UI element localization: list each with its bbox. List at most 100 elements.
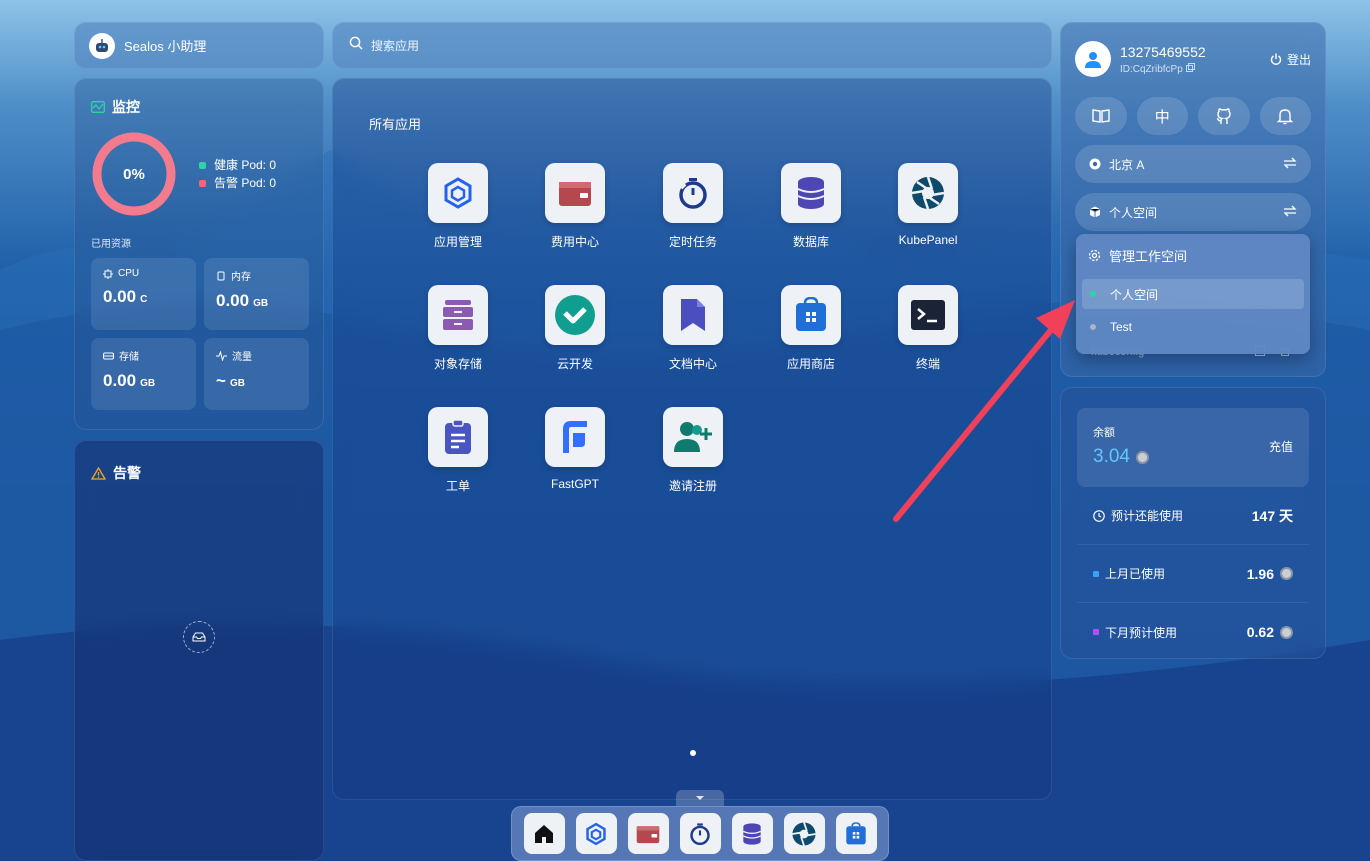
dock-database[interactable] [731,813,773,854]
home-icon [535,824,553,843]
bell-icon [1277,109,1294,125]
gear-icon [1088,249,1101,261]
resource-card-traffic: 流量 ~ GB [204,338,309,410]
active-dot [1090,291,1096,297]
balance-label: 余额 [1093,427,1115,439]
dock-toggle[interactable] [676,790,724,806]
app-app-management[interactable]: 应用管理 [413,163,503,250]
book-icon [1092,109,1110,123]
app-docs-center[interactable]: 文档中心 [648,285,738,372]
language-button[interactable]: 中 [1136,97,1188,135]
resource-card-cpu: CPU 0.00 C [91,258,196,330]
healthy-pods: 健康 Pod: 0 [199,156,276,174]
aperture-icon [792,821,816,846]
app-database[interactable]: 数据库 [766,163,856,250]
recharge-button[interactable]: 充值 [1269,438,1293,455]
fastgpt-icon [545,407,605,467]
app-management-icon [428,163,488,223]
storage-icon [103,352,114,359]
timer-icon [663,163,723,223]
app-kubepanel[interactable]: KubePanel [883,163,973,247]
dock-app-management[interactable] [575,813,617,854]
resource-card-memory: 内存 0.00 GB [204,258,309,330]
workspace-menu: 管理工作空间 个人空间 Test [1076,234,1310,354]
app-object-storage[interactable]: 对象存储 [413,285,503,372]
cloud-dev-icon [545,285,605,345]
dock-cron-jobs[interactable] [679,813,721,854]
balance-value: 3.04 [1093,446,1293,468]
region-selector[interactable]: 北京 A [1075,145,1311,183]
copy-icon[interactable] [1185,62,1195,72]
resource-card-storage: 存储 0.00 GB [91,338,196,410]
docs-icon [663,285,723,345]
region-icon [1089,158,1101,170]
timer-icon [690,822,710,845]
app-terminal[interactable]: 终端 [883,285,973,372]
warning-icon [91,466,106,480]
assistant-label: Sealos 小助理 [124,39,207,54]
dock-kubepanel[interactable] [783,813,825,854]
docs-button[interactable] [1075,97,1127,135]
app-fastgpt[interactable]: FastGPT [530,407,620,491]
wallet-icon [545,163,605,223]
robot-icon [89,32,115,59]
apps-panel: 所有应用 应用管理 费用中心 定时任务 数据库 KubePanel 对象存储 云… [332,78,1052,800]
alert-title: 告警 [91,463,307,483]
page-indicator[interactable] [690,750,696,756]
workspace-selector[interactable]: 个人空间 [1075,193,1311,231]
aperture-icon [898,163,958,223]
empty-inbox-icon [183,621,215,653]
user-id: ID:CqZribfcPp [1120,62,1206,75]
alert-pods: 告警 Pod: 0 [199,174,276,192]
invite-icon [663,407,723,467]
database-icon [781,163,841,223]
chevron-down-icon [696,796,704,800]
switch-icon [1283,205,1297,220]
app-store[interactable]: 应用商店 [766,285,856,372]
assistant-bar[interactable]: Sealos 小助理 [74,22,324,69]
monitor-panel: 监控 0% 健康 Pod: 0 告警 Pod: 0 已用资源 CPU 0.00 C… [74,78,324,430]
wallet-icon [636,825,660,843]
avatar[interactable] [1075,41,1111,77]
monitor-icon [91,101,105,113]
dock-home[interactable] [523,813,565,854]
app-cron-jobs[interactable]: 定时任务 [648,163,738,250]
search-input[interactable]: 搜索应用 [371,37,419,54]
traffic-icon [216,350,227,361]
github-button[interactable] [1198,97,1250,135]
app-cloud-dev[interactable]: 云开发 [530,285,620,372]
user-icon [1085,52,1101,68]
coin-icon [1135,450,1149,464]
app-invite[interactable]: 邀请注册 [648,407,738,494]
workspace-item-personal[interactable]: 个人空间 [1082,279,1304,309]
dock-app-store[interactable] [835,813,877,854]
used-resources-label: 已用资源 [91,239,131,250]
balance-panel: 余额 3.04 充值 预计还能使用 147 天 上月已使用 1.96 下月预计使… [1060,387,1326,659]
search-bar[interactable]: 搜索应用 [332,22,1052,69]
workspace-item-test[interactable]: Test [1082,312,1304,342]
usage-percent: 0% [123,165,145,183]
notifications-button[interactable] [1259,97,1311,135]
stat-estimated-days: 预计还能使用 147 天 [1077,487,1309,545]
power-icon [1270,53,1282,65]
memory-icon [217,271,225,280]
alert-panel: 告警 [74,440,324,861]
stat-next-month: 下月预计使用 0.62 [1077,603,1309,661]
switch-icon [1283,157,1297,172]
coin-icon [1280,625,1293,639]
stat-last-month: 上月已使用 1.96 [1077,545,1309,603]
manage-workspaces-item[interactable]: 管理工作空间 [1082,234,1304,276]
dock-billing[interactable] [627,813,669,854]
app-store-icon [846,821,866,844]
inactive-dot [1090,324,1096,330]
coin-icon [1280,567,1293,580]
cube-icon [1089,206,1101,218]
logout-button[interactable]: 登出 [1270,51,1311,68]
app-billing[interactable]: 费用中心 [530,163,620,250]
github-icon [1216,108,1231,124]
ticket-icon [428,407,488,467]
monitor-title-text: 监控 [112,99,140,115]
monitor-title: 监控 [91,97,307,117]
user-phone: 13275469552 [1120,43,1206,60]
app-ticket[interactable]: 工单 [413,407,503,494]
